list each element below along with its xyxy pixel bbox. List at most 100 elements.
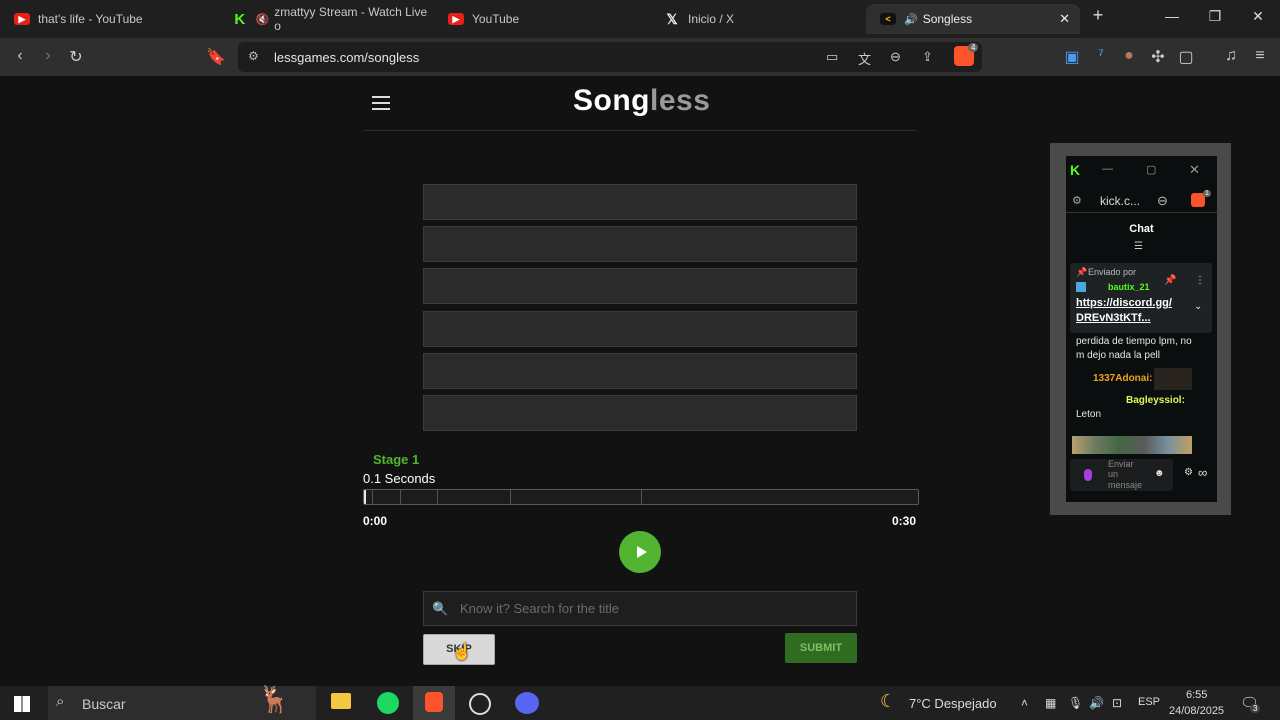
- emoji-icon[interactable]: ☻: [1154, 468, 1165, 479]
- pinned-user[interactable]: bautix_21: [1108, 282, 1150, 292]
- muted-speaker-icon[interactable]: 🔇: [256, 13, 270, 26]
- music-icon[interactable]: ♫: [1221, 47, 1241, 65]
- microphone-icon[interactable]: [1084, 469, 1092, 481]
- zoom-icon[interactable]: ⊖: [1157, 193, 1168, 209]
- minimize-button[interactable]: —: [1161, 8, 1183, 24]
- songless-logo: Songless: [573, 84, 711, 117]
- chat-input[interactable]: Enviar un mensaje ☻: [1070, 459, 1173, 491]
- search-icon: ⌕: [56, 693, 65, 710]
- popup-minimize-button[interactable]: —: [1102, 163, 1113, 175]
- chevron-up-icon[interactable]: ˄: [1021, 696, 1028, 710]
- search-icon: 🔍: [432, 601, 449, 616]
- play-button[interactable]: [619, 531, 661, 573]
- stage-label: Stage 1: [373, 452, 420, 467]
- start-icon[interactable]: [14, 696, 30, 712]
- popup-titlebar: K — ▢ ✕: [1066, 156, 1217, 188]
- pinned-message[interactable]: 📌 Enviado por 📌 ⋮ bautix_21 https://disc…: [1070, 263, 1212, 333]
- x-icon: 𝕏: [666, 10, 678, 27]
- zoom-icon[interactable]: ⊖: [890, 49, 901, 65]
- tab-title: YouTube: [472, 12, 520, 26]
- pinned-link-cont[interactable]: DREvN3tKTf...: [1076, 312, 1151, 324]
- tab-songless[interactable]: < 🔊 Songless ✕: [866, 4, 1080, 34]
- kick-chat-popup: K — ▢ ✕ ⚙ kick.c... ⊖ 1 Chat ☰ 📌 Enviado…: [1066, 156, 1217, 502]
- forward-icon[interactable]: ›: [38, 47, 58, 65]
- translate-icon[interactable]: 文: [858, 49, 871, 68]
- translate-ext-icon[interactable]: ▣: [1062, 47, 1082, 67]
- bookmark-icon[interactable]: 🔖: [206, 47, 226, 67]
- language-indicator[interactable]: ESP: [1138, 696, 1160, 708]
- url-text[interactable]: lessgames.com/songless: [274, 50, 419, 65]
- spotify-icon[interactable]: [377, 692, 399, 714]
- guess-slot-6: [423, 395, 857, 431]
- brave-icon: [425, 692, 443, 712]
- clock-time[interactable]: 6:55: [1186, 689, 1207, 701]
- time-start: 0:00: [363, 514, 388, 528]
- moon-icon: ☾: [880, 691, 897, 711]
- chat-message: m dejo nada la pell: [1076, 350, 1160, 361]
- chevron-down-icon[interactable]: ⌄: [1194, 301, 1202, 312]
- cookie-ext-icon[interactable]: ●: [1119, 47, 1139, 65]
- settings-icon[interactable]: ⚙: [1184, 467, 1193, 478]
- weather-label[interactable]: 7°C Despejado: [909, 696, 997, 711]
- tab-zmattyy-stream[interactable]: K 🔇 zmattyy Stream - Watch Live o: [218, 4, 432, 34]
- reload-icon[interactable]: ↻: [66, 47, 86, 67]
- discord-icon[interactable]: [515, 692, 539, 714]
- site-settings-icon[interactable]: ⚙: [1072, 194, 1082, 207]
- tab-title: Songless: [922, 12, 973, 26]
- infinity-icon[interactable]: ∞: [1198, 465, 1207, 480]
- popup-maximize-button[interactable]: ▢: [1146, 163, 1156, 176]
- network-icon[interactable]: ⊡: [1112, 696, 1122, 710]
- app-tray-icon[interactable]: ▦: [1045, 696, 1056, 710]
- speaker-icon[interactable]: 🔊: [904, 13, 918, 26]
- submit-button[interactable]: SUBMIT: [785, 633, 857, 663]
- close-tab-icon[interactable]: ✕: [1059, 11, 1070, 27]
- file-explorer-icon[interactable]: [331, 693, 351, 709]
- search-field[interactable]: 🔍: [423, 591, 857, 626]
- sidebar-icon[interactable]: ▢: [1176, 47, 1196, 67]
- tab-title: that's life - YouTube: [38, 12, 143, 26]
- volume-icon[interactable]: 🔊: [1089, 696, 1104, 710]
- 7tv-ext-icon[interactable]: ⁷: [1091, 47, 1111, 65]
- tab-thats-life[interactable]: ▶ that's life - YouTube: [0, 4, 220, 34]
- emote-row[interactable]: [1072, 436, 1192, 454]
- hamburger-menu-icon[interactable]: [372, 96, 390, 110]
- more-options-icon[interactable]: ⋮: [1195, 275, 1205, 286]
- speedtest-icon[interactable]: [469, 693, 491, 715]
- address-bar[interactable]: ⚙ lessgames.com/songless ▭ 文 ⊖ ⇪ 4: [238, 42, 982, 72]
- guess-slot-1: [423, 184, 857, 220]
- brave-badge: 4: [968, 43, 979, 52]
- deer-illustration-icon: 🦌: [258, 684, 291, 714]
- unpin-icon[interactable]: 📌: [1164, 275, 1176, 286]
- tab-youtube[interactable]: ▶ YouTube: [434, 4, 648, 34]
- filter-icon[interactable]: ☰: [1134, 241, 1143, 252]
- share-icon[interactable]: ⇪: [922, 49, 933, 65]
- chat-username[interactable]: Bagleyssiol:: [1126, 394, 1185, 407]
- guess-slot-5: [423, 353, 857, 389]
- site-settings-icon[interactable]: ⚙: [248, 49, 259, 63]
- extensions-icon[interactable]: ✣: [1148, 47, 1168, 67]
- tab-inicio-x[interactable]: 𝕏 Inicio / X: [650, 4, 864, 34]
- kick-icon: K: [234, 10, 246, 28]
- close-window-button[interactable]: ✕: [1247, 8, 1269, 25]
- popup-close-button[interactable]: ✕: [1189, 162, 1200, 178]
- pinned-link[interactable]: https://discord.gg/: [1076, 297, 1172, 309]
- restore-button[interactable]: ❐: [1204, 8, 1226, 25]
- search-label: Buscar: [82, 696, 126, 712]
- cast-icon[interactable]: ▭: [826, 49, 838, 65]
- menu-icon[interactable]: ≡: [1250, 47, 1270, 65]
- tab-title: zmattyy Stream - Watch Live o: [274, 5, 428, 33]
- popup-url[interactable]: kick.c...: [1100, 194, 1140, 208]
- search-input[interactable]: [460, 592, 850, 625]
- clock-date[interactable]: 24/08/2025: [1169, 705, 1224, 717]
- brave-badge: 1: [1203, 190, 1211, 197]
- taskbar-search[interactable]: ⌕ Buscar 🦌: [48, 684, 316, 720]
- guess-slot-3: [423, 268, 857, 304]
- chat-username[interactable]: 1337Adonai:: [1093, 372, 1152, 385]
- new-tab-button[interactable]: +: [1087, 5, 1109, 26]
- mouse-cursor-icon: ☝: [452, 644, 472, 661]
- microphone-icon[interactable]: 🎙: [1068, 696, 1083, 710]
- back-icon[interactable]: ‹: [10, 47, 30, 65]
- brave-taskbar-button[interactable]: [413, 686, 455, 720]
- emote-image: [1154, 368, 1192, 390]
- pin-icon: 📌: [1076, 267, 1088, 277]
